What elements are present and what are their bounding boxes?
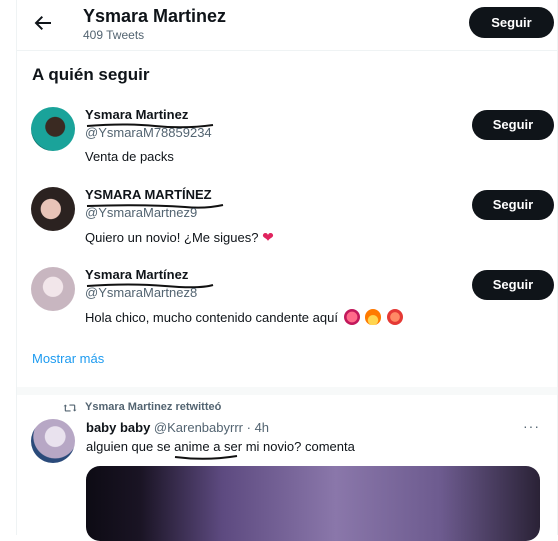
suggested-user[interactable]: Ysmara Martinez @YsmaraM78859234 Venta d…	[17, 107, 557, 187]
avatar[interactable]	[31, 107, 75, 151]
tweet-text: alguien que se anime a ser mi novio? com…	[86, 439, 355, 454]
tweet-time[interactable]: · 4h	[247, 420, 269, 435]
user-bio: Venta de packs	[85, 149, 174, 164]
follow-button[interactable]: Seguir	[472, 110, 554, 140]
follow-button[interactable]: Seguir	[472, 270, 554, 300]
retweeted-tweet[interactable]: Ysmara Martinez retwitteó baby baby @Kar…	[17, 395, 557, 541]
user-handle[interactable]: @YsmaraMartnez8	[85, 285, 197, 300]
user-handle[interactable]: @YsmaraMartnez9	[85, 205, 197, 220]
retweet-label[interactable]: Ysmara Martinez retwitteó	[85, 401, 221, 413]
avatar[interactable]	[31, 419, 75, 463]
user-name[interactable]: Ysmara Martínez	[85, 267, 188, 282]
user-bio: Quiero un novio! ¿Me sigues? ❤	[85, 229, 274, 246]
author-handle[interactable]: @Karenbabyrrr	[154, 420, 243, 435]
avatar[interactable]	[31, 267, 75, 311]
tweet-header: baby baby @Karenbabyrrr · 4h	[86, 420, 269, 435]
timeline-column: Ysmara Martinez 409 Tweets Seguir A quié…	[16, 0, 558, 541]
retweet-icon	[63, 404, 77, 412]
show-more-link[interactable]: Mostrar más	[32, 351, 104, 366]
author-name[interactable]: baby baby	[86, 420, 150, 435]
heart-emoji-icon: ❤	[262, 229, 274, 245]
devil-face-emoji-icon	[343, 309, 360, 325]
user-name[interactable]: Ysmara Martinez	[85, 107, 188, 122]
who-to-follow-section: A quién seguir Ysmara Martinez @YsmaraM7…	[17, 51, 557, 395]
profile-name: Ysmara Martinez	[83, 6, 227, 26]
tweet-media-image[interactable]	[86, 466, 540, 541]
section-title: A quién seguir	[32, 65, 150, 84]
suggested-user[interactable]: YSMARA MARTÍNEZ @YsmaraMartnez9 Quiero u…	[17, 187, 557, 267]
profile-header: Ysmara Martinez 409 Tweets Seguir	[17, 0, 557, 51]
bio-text: Quiero un novio! ¿Me sigues?	[85, 230, 259, 245]
user-handle[interactable]: @YsmaraM78859234	[85, 125, 212, 140]
back-arrow-icon[interactable]	[31, 11, 55, 35]
fire-emoji-icon	[365, 309, 382, 325]
follow-button[interactable]: Seguir	[469, 7, 554, 38]
underline-annotation	[174, 455, 238, 460]
suggested-user[interactable]: Ysmara Martínez @YsmaraMartnez8 Hola chi…	[17, 267, 557, 347]
heart-on-fire-emoji-icon	[386, 309, 403, 325]
follow-button[interactable]: Seguir	[472, 190, 554, 220]
user-name[interactable]: YSMARA MARTÍNEZ	[85, 187, 212, 202]
tweet-count: 409 Tweets	[83, 28, 145, 42]
bio-text: Hola chico, mucho contenido candente aqu…	[85, 310, 338, 325]
more-options-icon[interactable]: ···	[523, 418, 540, 434]
user-bio: Hola chico, mucho contenido candente aqu…	[85, 309, 403, 325]
avatar[interactable]	[31, 187, 75, 231]
